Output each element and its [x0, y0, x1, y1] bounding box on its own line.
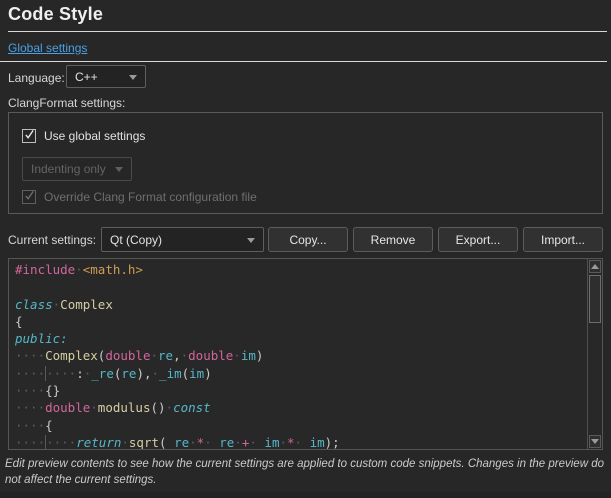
- override-clangformat-checkbox[interactable]: Override Clang Format configuration file: [22, 190, 257, 204]
- check-icon: [24, 189, 35, 202]
- code-style-settings-page: Code Style Global settings Language: C++…: [0, 0, 611, 498]
- clangformat-section-label: ClangFormat settings:: [8, 96, 125, 110]
- use-global-settings-label: Use global settings: [44, 129, 145, 143]
- remove-button[interactable]: Remove: [353, 227, 433, 252]
- code-line: ····{}: [15, 382, 587, 399]
- scroll-up-button[interactable]: [589, 260, 601, 273]
- code-lines[interactable]: #include·<math.h> class·Complex{public:·…: [9, 259, 587, 449]
- arrow-down-icon: [591, 439, 599, 444]
- export-button[interactable]: Export...: [438, 227, 518, 252]
- footer-note: Edit preview contents to see how the cur…: [5, 456, 607, 488]
- code-line: {: [15, 313, 587, 330]
- code-line: ····{: [15, 417, 587, 434]
- current-settings-label: Current settings:: [8, 233, 96, 247]
- arrow-up-icon: [591, 264, 599, 269]
- code-line: public:: [15, 330, 587, 347]
- link-separator: [0, 61, 607, 62]
- code-preview-editor[interactable]: #include·<math.h> class·Complex{public:·…: [8, 258, 603, 450]
- language-dropdown-value: C++: [75, 70, 98, 84]
- chevron-down-icon: [247, 238, 255, 243]
- override-clangformat-label: Override Clang Format configuration file: [44, 190, 257, 204]
- chevron-down-icon: [115, 167, 123, 172]
- checkbox-box[interactable]: [22, 190, 36, 204]
- bottom-edge: [0, 492, 611, 498]
- language-label: Language:: [8, 71, 65, 85]
- current-settings-value: Qt (Copy): [110, 233, 162, 247]
- code-line: ····Complex(double·re,·double·im): [15, 347, 587, 364]
- current-settings-dropdown[interactable]: Qt (Copy): [101, 227, 264, 252]
- code-line: ····double·modulus()·const: [15, 399, 587, 416]
- chevron-down-icon: [129, 75, 137, 80]
- language-dropdown[interactable]: C++: [66, 65, 146, 88]
- check-icon: [24, 128, 35, 141]
- clangformat-mode-value: Indenting only: [31, 162, 106, 176]
- scrollbar-thumb[interactable]: [589, 275, 601, 323]
- code-line: class·Complex: [15, 296, 587, 313]
- global-settings-link[interactable]: Global settings: [8, 41, 87, 55]
- copy-button[interactable]: Copy...: [268, 227, 348, 252]
- code-line: ········return·sqrt(_re·*·_re·+·_im·*·_i…: [15, 434, 587, 450]
- clangformat-mode-dropdown[interactable]: Indenting only: [22, 157, 132, 181]
- checkbox-box[interactable]: [22, 129, 36, 143]
- page-title: Code Style: [8, 4, 103, 25]
- code-line: ········:·_re(re),·_im(im): [15, 365, 587, 382]
- use-global-settings-checkbox[interactable]: Use global settings: [22, 129, 145, 143]
- code-line: #include·<math.h>: [15, 261, 587, 278]
- vertical-scrollbar[interactable]: [587, 259, 602, 449]
- code-line: [15, 278, 587, 295]
- title-separator: [8, 31, 607, 32]
- import-button[interactable]: Import...: [523, 227, 603, 252]
- scroll-down-button[interactable]: [589, 435, 601, 448]
